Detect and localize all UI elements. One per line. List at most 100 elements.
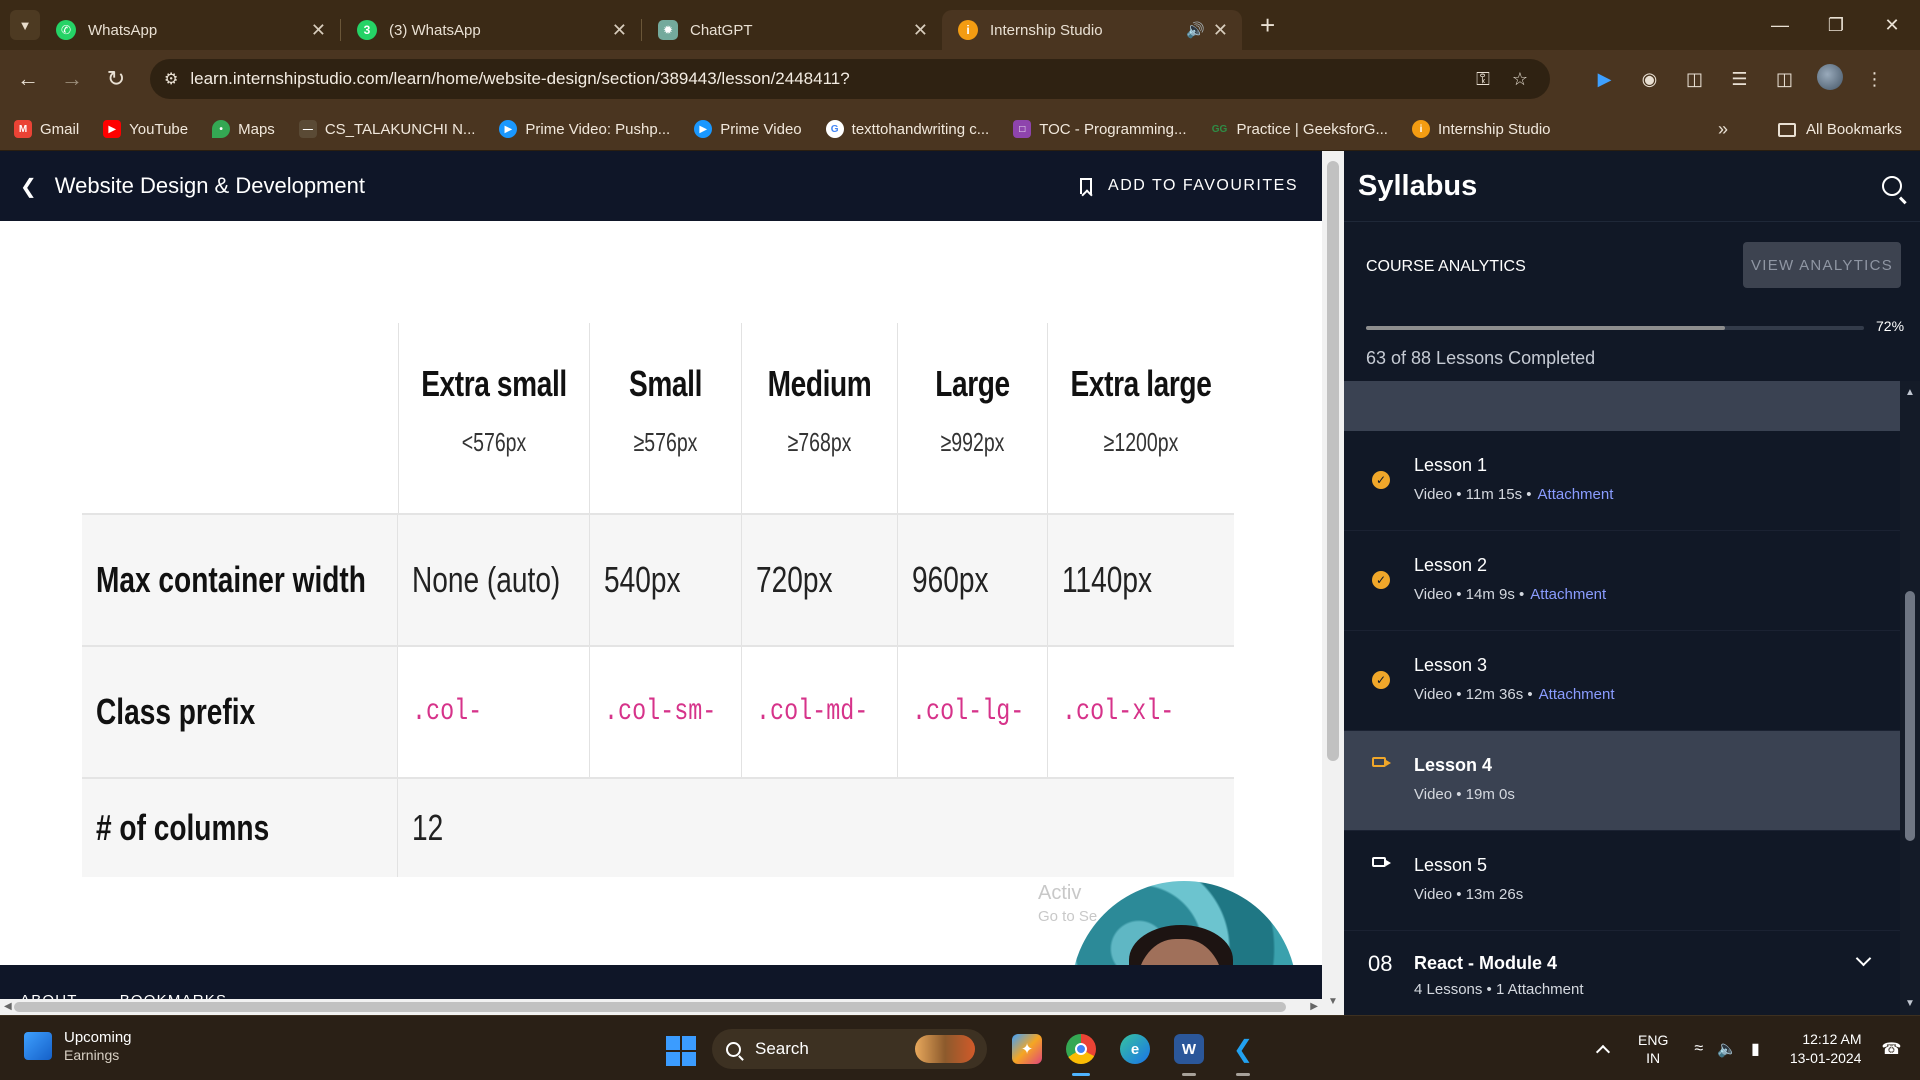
- copilot-icon: ✦: [1012, 1034, 1042, 1064]
- reload-icon[interactable]: ↻: [94, 66, 138, 92]
- back-icon[interactable]: ←: [6, 66, 50, 92]
- close-window-icon[interactable]: ✕: [1864, 0, 1920, 50]
- tab-search-button[interactable]: ▼: [10, 10, 40, 40]
- chrome-app[interactable]: [1054, 1026, 1108, 1076]
- scroll-right-icon[interactable]: ▶: [1310, 1001, 1318, 1012]
- profile-avatar[interactable]: [1807, 63, 1852, 95]
- vscode-icon: ❮: [1232, 1035, 1254, 1063]
- attachment-link[interactable]: Attachment: [1530, 586, 1606, 603]
- bookmark-cs-talakunchi[interactable]: — CS_TALAKUNCHI N...: [298, 120, 475, 138]
- scroll-down-icon[interactable]: ▼: [1328, 996, 1338, 1007]
- video-player[interactable]: Extra small <576px Small ≥576px Medium ≥…: [0, 221, 1322, 965]
- bookmark-geeksforgeeks[interactable]: GG Practice | GeeksforG...: [1211, 120, 1388, 138]
- webcam-overlay: [1071, 881, 1297, 965]
- scroll-up-icon[interactable]: ▲: [1905, 387, 1915, 398]
- add-to-favourites-button[interactable]: ADD TO FAVOURITES: [1080, 151, 1298, 221]
- module-title: React - Module 4: [1414, 953, 1558, 973]
- attachment-link[interactable]: Attachment: [1539, 686, 1615, 703]
- close-icon[interactable]: ✕: [612, 20, 627, 41]
- content-vertical-scrollbar[interactable]: ▼: [1322, 151, 1344, 1015]
- close-icon[interactable]: ✕: [1213, 20, 1228, 41]
- search-icon[interactable]: [1882, 176, 1902, 196]
- widgets-button[interactable]: Upcoming Earnings: [24, 1028, 132, 1063]
- syllabus-scrollbar[interactable]: ▲ ▼: [1900, 381, 1920, 1015]
- volume-icon[interactable]: 🔈: [1717, 1039, 1737, 1059]
- battery-icon[interactable]: ▮: [1751, 1039, 1760, 1059]
- speaker-icon[interactable]: 🔊: [1186, 21, 1205, 39]
- lesson-title: Lesson 3: [1414, 655, 1488, 675]
- check-circle-icon: ✓: [1372, 571, 1390, 589]
- chevron-double-right-icon[interactable]: »: [1718, 108, 1728, 151]
- windows-start-icon[interactable]: [666, 1036, 696, 1066]
- puzzle-icon[interactable]: ◫: [1672, 69, 1717, 90]
- restore-icon[interactable]: ❐: [1808, 0, 1864, 50]
- tab-chatgpt[interactable]: ✹ ChatGPT ✕: [642, 10, 942, 50]
- lesson-meta: Video • 14m 9s • Attachment: [1414, 586, 1607, 603]
- lesson-meta: Video • 11m 15s • Attachment: [1414, 486, 1614, 503]
- header-extra-small: Extra small <576px: [398, 323, 590, 513]
- bookmark-youtube[interactable]: ▶ YouTube: [103, 120, 188, 138]
- tab-whatsapp-3[interactable]: 3 (3) WhatsApp ✕: [341, 10, 641, 50]
- input-language[interactable]: ENG IN: [1638, 1031, 1668, 1067]
- bookmark-maps[interactable]: • Maps: [212, 120, 275, 138]
- gmail-icon: M: [14, 120, 32, 138]
- vscode-app[interactable]: ❮: [1216, 1026, 1270, 1076]
- star-icon[interactable]: ☆: [1512, 69, 1528, 90]
- lesson-item-3[interactable]: ✓ Lesson 3 Video • 12m 36s • Attachment: [1344, 631, 1900, 731]
- password-key-icon[interactable]: ⚿: [1476, 69, 1490, 90]
- page-content: ❮ Website Design & Development ADD TO FA…: [0, 151, 1920, 1015]
- module-item-08[interactable]: 08 React - Module 4 4 Lessons • 1 Attach…: [1344, 931, 1900, 1015]
- scrollbar-thumb[interactable]: [1905, 591, 1915, 841]
- horizontal-scrollbar[interactable]: ◀ ▶: [0, 999, 1322, 1015]
- whatsapp-icon: ✆: [56, 20, 76, 40]
- bookmark-internship-studio[interactable]: i Internship Studio: [1411, 120, 1551, 138]
- camera-icon[interactable]: ◉: [1627, 69, 1672, 90]
- url-text[interactable]: learn.internshipstudio.com/learn/home/we…: [190, 69, 1476, 89]
- scrollbar-thumb[interactable]: [14, 1002, 1286, 1012]
- address-bar[interactable]: ⚙ learn.internshipstudio.com/learn/home/…: [150, 59, 1550, 99]
- side-panel-icon[interactable]: ◫: [1762, 69, 1807, 90]
- site-info-icon[interactable]: ⚙: [164, 69, 178, 89]
- chevron-down-icon[interactable]: [1855, 950, 1872, 967]
- close-icon[interactable]: ✕: [913, 20, 928, 41]
- scrollbar-thumb[interactable]: [1327, 161, 1339, 761]
- all-bookmarks-button[interactable]: All Bookmarks: [1778, 108, 1902, 151]
- menu-icon[interactable]: ⋮: [1852, 69, 1897, 90]
- notification-bell-icon[interactable]: ☎: [1881, 1039, 1901, 1059]
- lesson-item-4[interactable]: Lesson 4 Video • 19m 0s: [1344, 731, 1900, 831]
- table-row: Class prefix .col- .col-sm- .col-md- .co…: [82, 645, 1234, 777]
- wifi-icon[interactable]: ≈: [1694, 1040, 1703, 1058]
- chevron-left-icon[interactable]: ❮: [20, 174, 37, 199]
- scroll-down-icon[interactable]: ▼: [1905, 998, 1915, 1009]
- bookmark-texttohandwriting[interactable]: Gtexttohandwriting c...: [825, 120, 989, 138]
- chevron-up-icon[interactable]: [1595, 1044, 1611, 1059]
- bookmark-prime-video-pushpa[interactable]: ▶ Prime Video: Pushp...: [499, 120, 670, 138]
- forward-icon[interactable]: →: [50, 66, 94, 92]
- taskbar-search[interactable]: Search: [712, 1029, 987, 1069]
- bookmark-prime-video[interactable]: ▶ Prime Video: [694, 120, 802, 138]
- edge-icon: e: [1120, 1034, 1150, 1064]
- clock[interactable]: 12:12 AM 13-01-2024: [1790, 1030, 1862, 1068]
- lesson-item-2[interactable]: ✓ Lesson 2 Video • 14m 9s • Attachment: [1344, 531, 1900, 631]
- tab-internship-studio[interactable]: i Internship Studio 🔊 ✕: [942, 10, 1242, 50]
- bookmark-toc-programming[interactable]: □ TOC - Programming...: [1013, 120, 1187, 138]
- scroll-left-icon[interactable]: ◀: [4, 1001, 12, 1012]
- attachment-link[interactable]: Attachment: [1538, 486, 1614, 503]
- close-icon[interactable]: ✕: [311, 20, 326, 41]
- lesson-title: Lesson 2: [1414, 555, 1488, 575]
- copilot-app[interactable]: ✦: [1000, 1026, 1054, 1072]
- tab-title: Internship Studio: [990, 21, 1103, 39]
- search-highlight-image: [915, 1035, 975, 1063]
- windows-taskbar: Upcoming Earnings Search ✦ e W ❮ ENG IN …: [0, 1015, 1920, 1080]
- lesson-item-5[interactable]: Lesson 5 Video • 13m 26s: [1344, 831, 1900, 931]
- lesson-item-1[interactable]: ✓ Lesson 1 Video • 11m 15s • Attachment: [1344, 431, 1900, 531]
- view-analytics-button[interactable]: VIEW ANALYTICS: [1743, 242, 1901, 288]
- edge-app[interactable]: e: [1108, 1026, 1162, 1072]
- word-app[interactable]: W: [1162, 1026, 1216, 1076]
- tab-whatsapp[interactable]: ✆ WhatsApp ✕: [40, 10, 340, 50]
- new-tab-button[interactable]: +: [1260, 10, 1275, 41]
- extension-icon[interactable]: ▶: [1582, 69, 1627, 90]
- reading-list-icon[interactable]: ☰: [1717, 69, 1762, 90]
- minimize-icon[interactable]: —: [1752, 0, 1808, 50]
- bookmark-gmail[interactable]: M Gmail: [14, 120, 79, 138]
